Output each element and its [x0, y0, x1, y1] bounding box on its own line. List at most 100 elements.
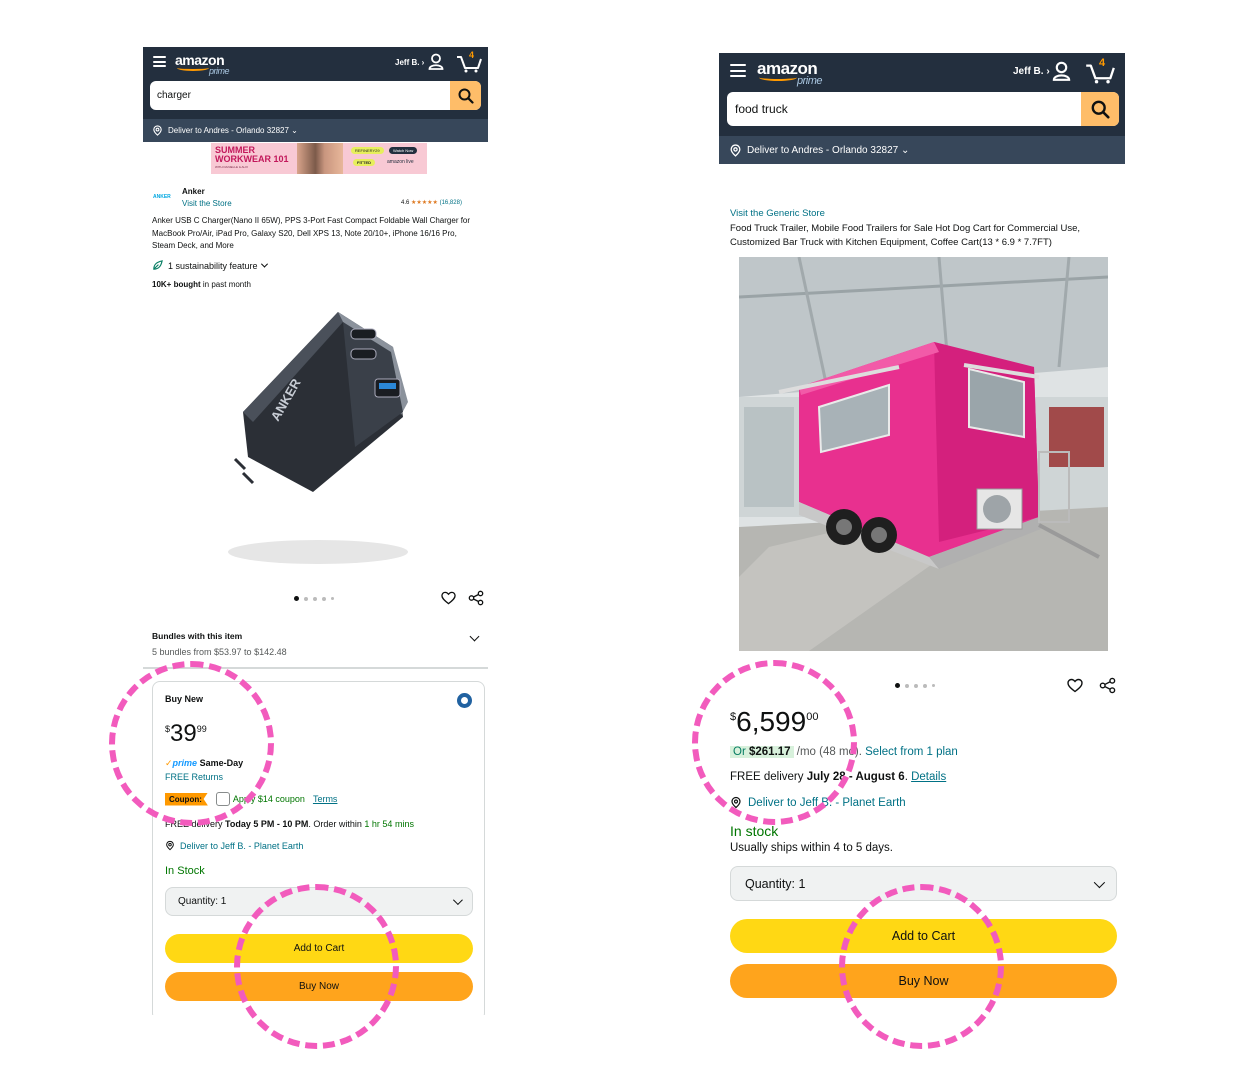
rating-block[interactable]: 4.6 ★★★★★ (16,828)	[401, 199, 462, 206]
prime-badge: prime	[172, 758, 198, 768]
review-count: (16,828)	[439, 200, 462, 206]
heart-icon[interactable]	[441, 591, 456, 605]
bought-in-past-month: 10K+ bought in past month	[152, 280, 251, 289]
delivery-window: July 28 - August 6	[806, 771, 905, 783]
bought-count: 10K+ bought	[152, 280, 201, 289]
banner-sub: WITH DANIELLE & ALIX	[215, 165, 249, 169]
delivery-info: FREE delivery July 28 - August 6. Detail…	[730, 771, 946, 783]
deliver-to-bar[interactable]: Deliver to Andres - Orlando 32827 ⌄	[719, 136, 1125, 164]
chevron-down-icon	[1093, 876, 1106, 888]
select-plan-link[interactable]: Select from 1 plan	[865, 746, 958, 758]
price-whole: 39	[170, 720, 197, 747]
brand-logo[interactable]: ANKER	[153, 194, 171, 200]
prime-check-icon: ✓	[165, 758, 173, 768]
visit-store-link[interactable]: Visit the Store	[182, 199, 232, 208]
share-icon[interactable]	[468, 590, 484, 606]
add-to-cart-button[interactable]: Add to Cart	[165, 934, 473, 963]
buy-box: Buy New $ 39 99 ✓prime Same-Day FREE Ret…	[152, 681, 485, 1015]
product-title: Anker USB C Charger(Nano II 65W), PPS 3-…	[152, 216, 471, 250]
stock-status: In stock	[730, 823, 779, 839]
quantity-select[interactable]: Quantity: 1	[165, 887, 473, 916]
buy-now-button[interactable]: Buy Now	[730, 964, 1117, 998]
visit-store-link[interactable]: Visit the Generic Store	[730, 208, 825, 219]
bundles-title[interactable]: Bundles with this item	[152, 631, 242, 641]
search-icon	[458, 88, 474, 104]
cart-count: 4	[469, 50, 475, 60]
account-link[interactable]: Jeff B. ›	[1013, 66, 1050, 77]
bought-rest: in past month	[200, 280, 251, 289]
leaf-icon	[153, 260, 163, 270]
search-input[interactable]: charger	[150, 81, 450, 110]
amazon-prime-logo[interactable]: amazon prime	[175, 52, 245, 78]
buy-new-radio[interactable]	[457, 693, 472, 708]
account-icon[interactable]	[428, 53, 444, 70]
left-product-page: amazon prime Jeff B. › 4 charger Deliver…	[143, 47, 488, 1015]
prime-same-day: ✓prime Same-Day	[165, 758, 243, 769]
deliver-to-link: Deliver to Jeff B. - Planet Earth	[748, 796, 906, 809]
delivery-window: Today 5 PM - 10 PM	[225, 819, 309, 829]
order-countdown: 1 hr 54 mins	[364, 819, 414, 829]
price-fraction: 99	[196, 724, 207, 734]
coupon-terms-link[interactable]: Terms	[313, 794, 338, 804]
banner-watch-now[interactable]: Watch Now	[389, 147, 418, 154]
banner-people-image	[297, 143, 343, 174]
amazon-prime-logo[interactable]: amazon prime	[757, 59, 837, 89]
quantity-select[interactable]: Quantity: 1	[730, 866, 1117, 901]
coupon-checkbox[interactable]	[215, 792, 230, 806]
apply-coupon-text[interactable]: Apply $14 coupon	[233, 794, 305, 804]
delivery-info: FREE delivery Today 5 PM - 10 PM. Order …	[165, 819, 414, 829]
image-carousel-dots[interactable]	[895, 683, 935, 688]
sponsored-banner[interactable]: SUMMER WORKWEAR 101 WITH DANIELLE & ALIX…	[211, 143, 427, 174]
banner-tag-refinery: REFINERY29	[351, 147, 384, 154]
share-icon[interactable]	[1099, 677, 1116, 694]
menu-icon[interactable]	[153, 56, 166, 67]
deliver-to-address[interactable]: Deliver to Jeff B. - Planet Earth	[165, 840, 303, 851]
buy-new-label: Buy New	[165, 694, 204, 704]
ships-within: Usually ships within 4 to 5 days.	[730, 842, 893, 854]
order-within: . Order within	[308, 819, 365, 829]
location-pin-icon	[153, 125, 162, 136]
coupon-badge: Coupon:	[165, 792, 208, 806]
search-button[interactable]	[450, 81, 481, 110]
image-carousel-dots[interactable]	[294, 596, 334, 601]
product-image[interactable]	[739, 257, 1108, 651]
heart-icon[interactable]	[1067, 678, 1083, 693]
monthly-prefix: Or	[733, 746, 749, 758]
bundles-chevron-down-icon[interactable]	[469, 631, 480, 642]
product-image[interactable]: ANKER	[223, 297, 423, 572]
quantity-value: Quantity: 1	[745, 876, 806, 891]
search-icon	[1091, 100, 1110, 119]
coupon-row: Coupon: Apply $14 coupon Terms	[165, 792, 337, 806]
delivery-details-link[interactable]: Details	[911, 771, 946, 783]
search-input[interactable]: food truck	[727, 92, 1081, 126]
search-bar[interactable]: food truck	[727, 92, 1119, 126]
price-fraction: 00	[806, 711, 819, 723]
banner-tag-fitted: FITTED	[353, 159, 375, 166]
free-returns-link[interactable]: FREE Returns	[165, 772, 223, 782]
bundles-subtitle: 5 bundles from $53.97 to $142.48	[152, 647, 287, 657]
sustainability-text: 1 sustainability feature	[168, 260, 258, 271]
location-pin-icon	[731, 796, 741, 809]
logo-smile-icon	[177, 65, 209, 71]
deliver-to-text: Deliver to Andres - Orlando 32827 ⌄	[168, 126, 298, 135]
banner-amazon-live: amazon live	[387, 159, 414, 165]
deliver-to-address[interactable]: Deliver to Jeff B. - Planet Earth	[730, 796, 906, 809]
same-day-text: Same-Day	[197, 758, 244, 768]
sustainability-feature[interactable]: 1 sustainability feature	[152, 260, 268, 271]
menu-icon[interactable]	[730, 64, 746, 77]
add-to-cart-button[interactable]: Add to Cart	[730, 919, 1117, 953]
account-icon[interactable]	[1052, 61, 1071, 81]
monthly-plan: Or $261.17 /mo (48 mo). Select from 1 pl…	[730, 746, 958, 758]
search-button[interactable]	[1081, 92, 1119, 126]
account-link[interactable]: Jeff B. ›	[395, 58, 424, 67]
right-header: amazon prime Jeff B. › 4 food truck Deli…	[719, 53, 1125, 164]
buy-now-button[interactable]: Buy Now	[165, 972, 473, 1001]
search-bar[interactable]: charger	[150, 81, 481, 110]
price-whole: 6,599	[736, 706, 807, 737]
right-product-page: amazon prime Jeff B. › 4 food truck Deli…	[719, 53, 1125, 1013]
left-header: amazon prime Jeff B. › 4 charger Deliver…	[143, 47, 488, 142]
monthly-term: /mo (48 mo).	[793, 746, 866, 758]
deliver-to-bar[interactable]: Deliver to Andres - Orlando 32827 ⌄	[143, 119, 488, 142]
logo-prime-text: prime	[797, 75, 823, 87]
stock-status: In Stock	[165, 865, 205, 877]
